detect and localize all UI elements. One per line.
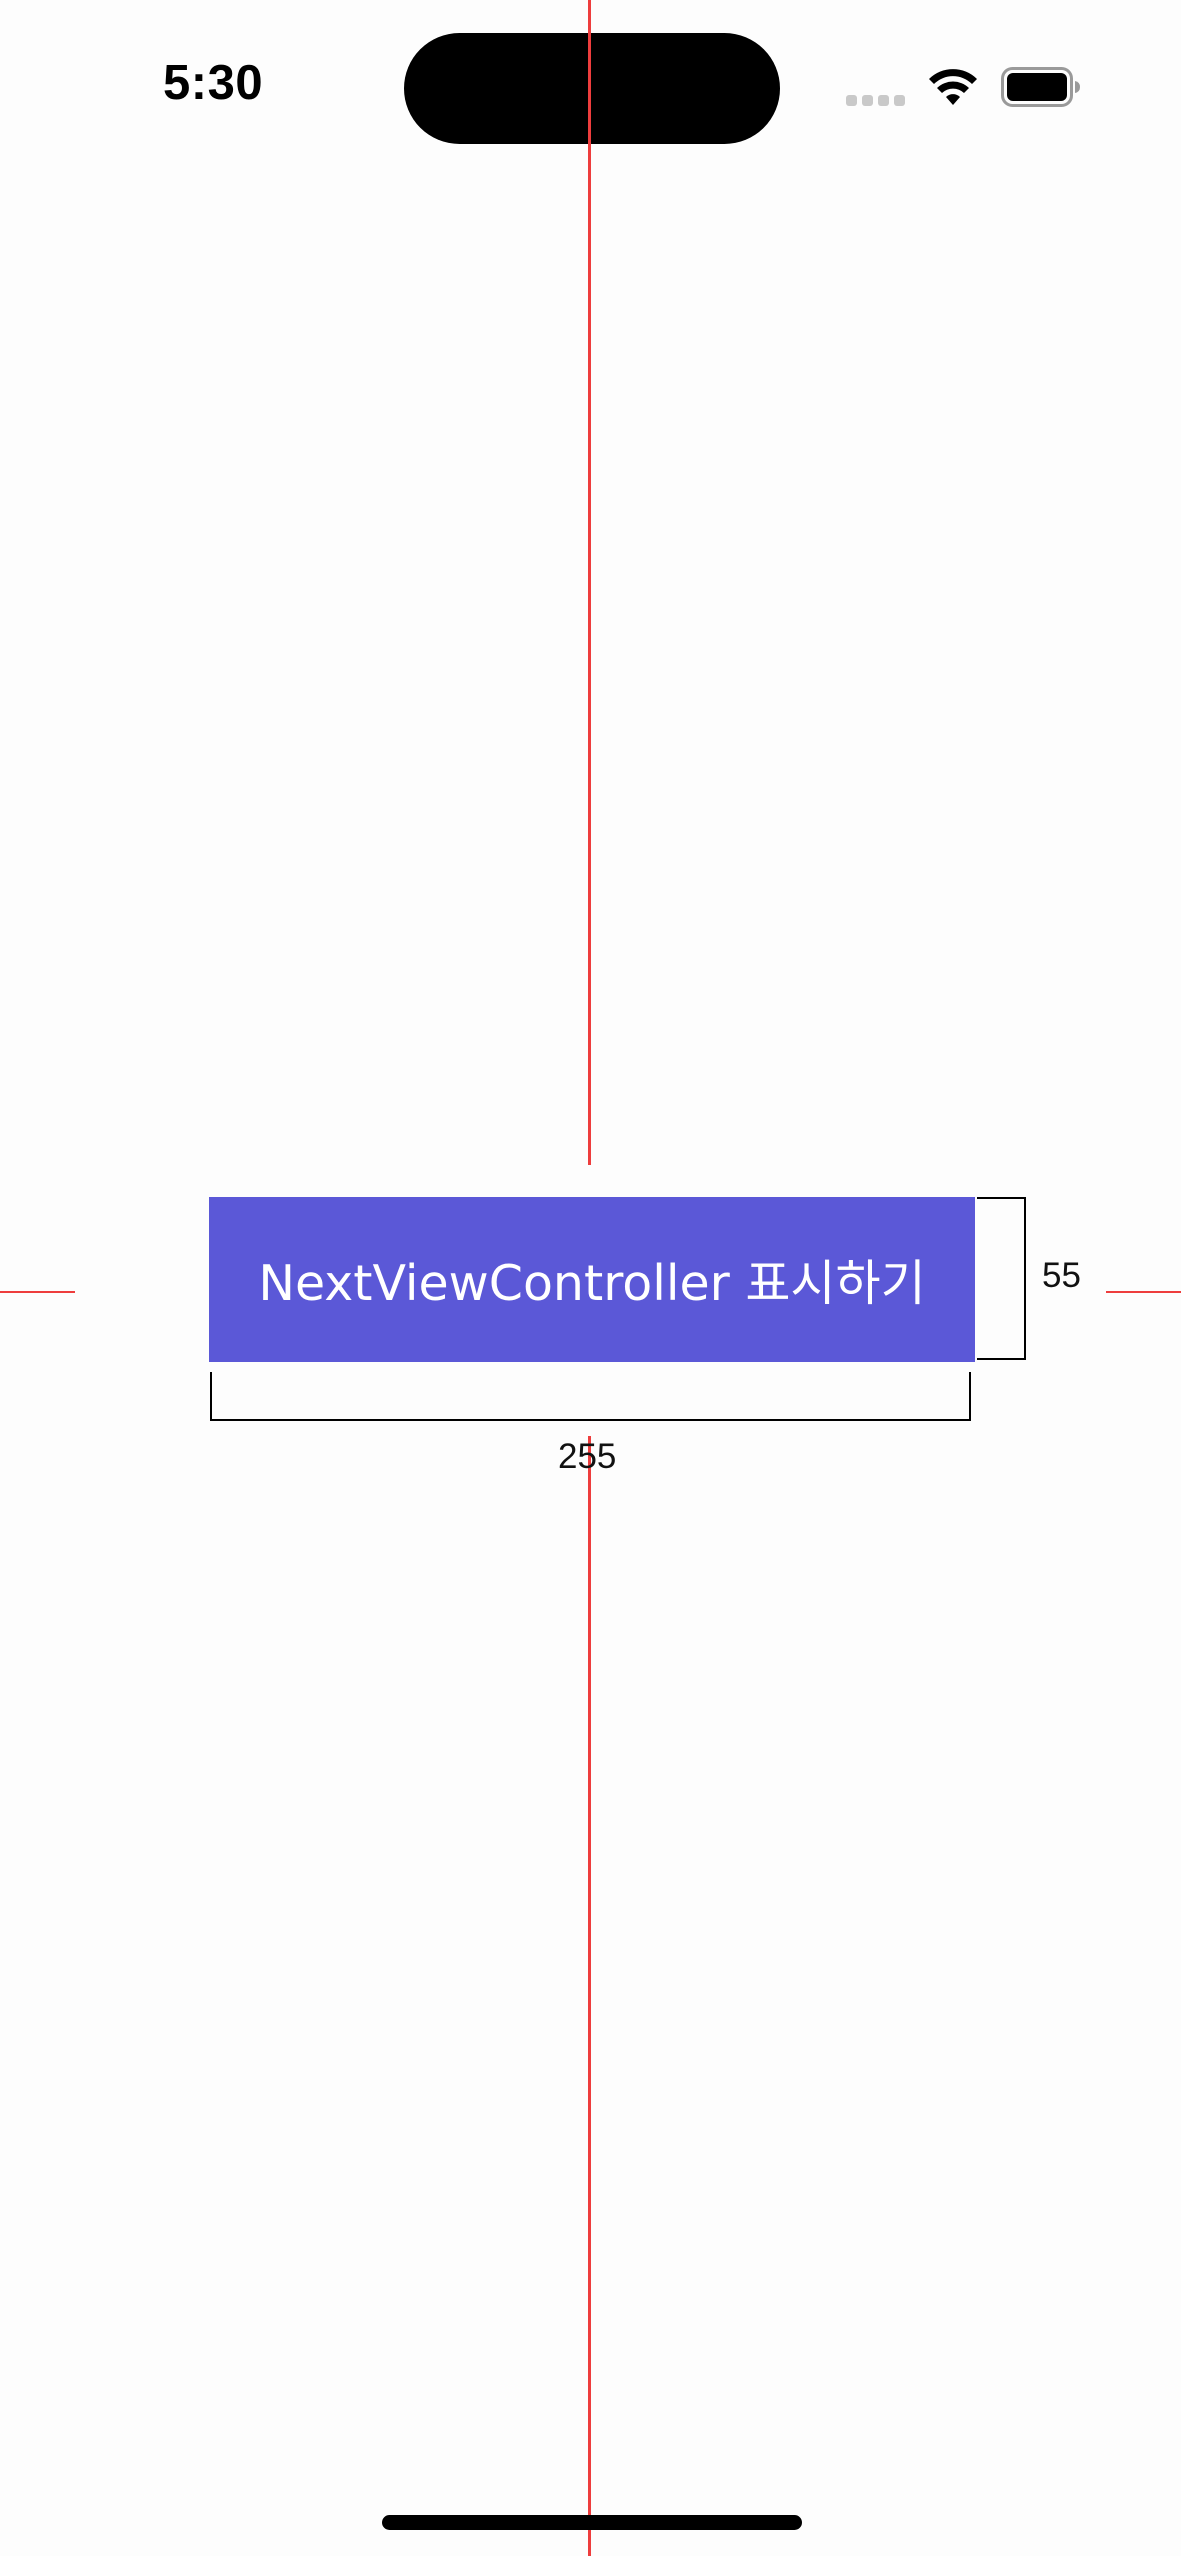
battery-icon bbox=[1001, 67, 1080, 107]
dynamic-island bbox=[404, 33, 780, 144]
status-time: 5:30 bbox=[163, 56, 264, 110]
home-indicator[interactable] bbox=[382, 2515, 802, 2530]
vertical-guide-line-top bbox=[588, 0, 591, 1165]
horizontal-guide-line-right bbox=[1106, 1291, 1181, 1293]
wifi-icon bbox=[929, 69, 977, 105]
horizontal-guide-line-left bbox=[0, 1291, 75, 1293]
width-dimension-label: 255 bbox=[558, 1437, 617, 1476]
height-dimension-label: 55 bbox=[1042, 1256, 1081, 1295]
cellular-signal-icon bbox=[846, 93, 908, 109]
vertical-guide-line-bottom bbox=[588, 1436, 591, 2556]
height-dimension-bracket bbox=[977, 1197, 1026, 1360]
width-dimension-bracket bbox=[210, 1372, 971, 1421]
show-next-view-controller-button[interactable]: NextViewController 표시하기 bbox=[209, 1197, 975, 1362]
